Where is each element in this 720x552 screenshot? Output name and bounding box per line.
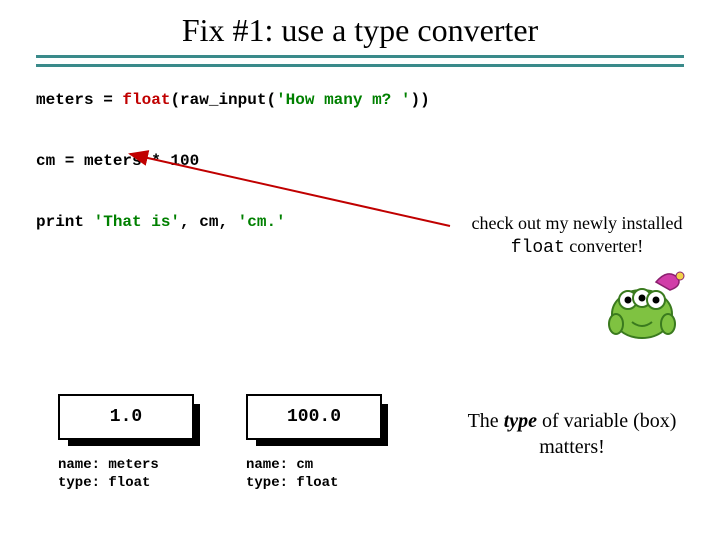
code-line3-str1: 'That is' [94, 213, 180, 231]
box-meters: 1.0 name: meters type: float [58, 394, 198, 492]
footer-pre: The [468, 410, 504, 432]
slide-title: Fix #1: use a type converter [0, 12, 720, 49]
box-type-label: type: float [246, 475, 338, 491]
variable-boxes: 1.0 name: meters type: float 100.0 name:… [58, 394, 386, 492]
box-label-cm: name: cm type: float [246, 456, 386, 492]
title-underline [36, 55, 684, 67]
box-value: 1.0 [58, 394, 194, 440]
box-name-label: name: meters [58, 457, 159, 473]
code-line3-mid: , cm, [180, 213, 238, 231]
box-value: 100.0 [246, 394, 382, 440]
footer-note: The type of variable (box) matters! [462, 408, 682, 460]
float-keyword: float [122, 91, 170, 109]
code-line1-post: )) [410, 91, 429, 109]
box-type-label: type: float [58, 475, 150, 491]
footer-em: type [504, 410, 537, 432]
code-line3-str2: 'cm.' [238, 213, 286, 231]
code-line2: cm = meters * 100 [36, 152, 199, 170]
code-line1-mid: (raw_input( [170, 91, 276, 109]
mascot-image [598, 264, 686, 342]
footer-post: of variable (box) matters! [537, 410, 676, 458]
box-cm: 100.0 name: cm type: float [246, 394, 386, 492]
code-line3-pre: print [36, 213, 94, 231]
annotation-text: check out my newly installed float conve… [462, 212, 692, 259]
code-line1-pre: meters = [36, 91, 122, 109]
box-label-meters: name: meters type: float [58, 456, 198, 492]
slide: Fix #1: use a type converter meters = fl… [0, 12, 720, 552]
code-line1-str: 'How many m? ' [276, 91, 410, 109]
annotation-line1: check out my newly installed [472, 213, 683, 233]
annotation-float: float [511, 238, 565, 258]
box-name-label: name: cm [246, 457, 313, 473]
annotation-rest: converter! [565, 236, 643, 256]
